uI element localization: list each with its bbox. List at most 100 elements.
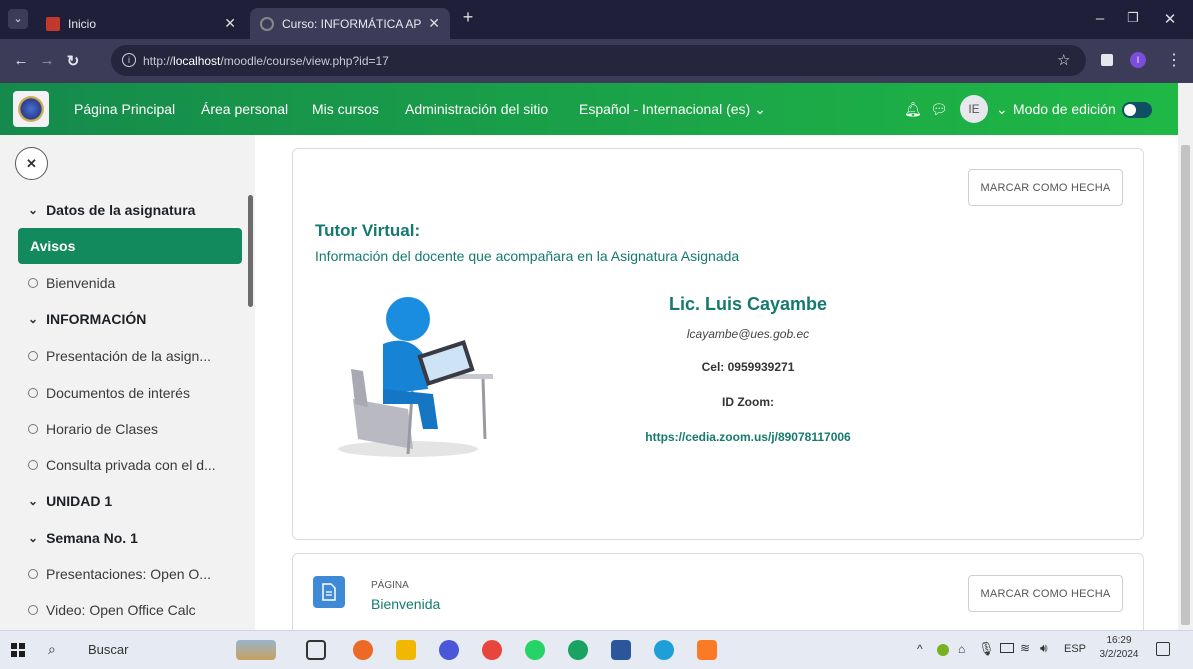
sidebar-scrollbar[interactable]: [248, 195, 253, 307]
chrome-icon[interactable]: [482, 640, 502, 660]
mark-done-button-2[interactable]: MARCAR COMO HECHA: [968, 575, 1123, 612]
search-icon[interactable]: ⌕: [48, 641, 56, 658]
clock[interactable]: 16:29 3/2/2024: [1096, 634, 1142, 662]
sidepanel-icon[interactable]: [1101, 54, 1113, 66]
nav-pagina-principal[interactable]: Página Principal: [74, 101, 175, 117]
tray-app-icon[interactable]: [937, 644, 949, 656]
sidebar-section[interactable]: ⌄ Semana No. 1: [18, 520, 138, 556]
network-icon[interactable]: ⌂: [958, 642, 965, 656]
taskbar-search-input[interactable]: Buscar: [88, 642, 128, 657]
sidebar-item[interactable]: Bienvenida: [18, 265, 115, 301]
chevron-down-icon[interactable]: ⌄: [28, 494, 38, 508]
url-path: /moodle/course/view.php?id=17: [220, 53, 389, 68]
minimize-icon[interactable]: –: [1090, 10, 1110, 27]
teacher-name: Lic. Luis Cayambe: [668, 294, 828, 314]
word-icon[interactable]: [611, 640, 631, 660]
tab-search-chevron-icon[interactable]: ⌄: [8, 9, 28, 29]
sidebar-item[interactable]: Video: Open Office Calc: [18, 592, 196, 628]
sidebar-section[interactable]: ⌄ INFORMACIÓN: [18, 301, 146, 337]
chevron-down-icon[interactable]: ⌄: [28, 531, 38, 545]
site-logo[interactable]: [13, 91, 49, 127]
page-scrollbar[interactable]: [1178, 83, 1193, 630]
zoom-icon[interactable]: [439, 640, 459, 660]
close-drawer-button[interactable]: ✕: [15, 147, 48, 180]
sidebar-item-label: Horario de Clases: [46, 421, 159, 437]
mark-done-button[interactable]: MARCAR COMO HECHA: [968, 169, 1123, 206]
windows-taskbar: ⌕ Buscar ^ ⌂ 🎙︎ ≋ 🔊︎ ESP 16:29 3/2/2024: [0, 630, 1193, 669]
wifi-icon[interactable]: ≋: [1020, 641, 1030, 655]
chevron-down-icon[interactable]: ⌄: [28, 203, 38, 217]
task-view-icon[interactable]: [306, 640, 326, 660]
sidebar-item-label: Datos de la asignatura: [46, 202, 196, 218]
language-menu[interactable]: Español - Internacional (es) ⌄: [579, 101, 766, 118]
language-indicator[interactable]: ESP: [1064, 643, 1086, 655]
sidebar-item-label: Video: Open Office Calc: [46, 602, 196, 618]
completion-circle-icon: [28, 460, 38, 470]
sidebar-item[interactable]: Presentación de la asign...: [18, 338, 211, 374]
whatsapp-icon[interactable]: [525, 640, 545, 660]
user-avatar[interactable]: IE: [960, 95, 988, 123]
close-tab-icon[interactable]: ✕: [428, 15, 440, 32]
messages-icon[interactable]: 💬︎: [930, 101, 948, 118]
notification-center-icon[interactable]: [1156, 642, 1170, 656]
zoom-link[interactable]: https://cedia.zoom.us/j/89078117006: [573, 430, 923, 444]
address-bar[interactable]: i http://localhost/moodle/course/view.ph…: [111, 45, 1086, 76]
completion-circle-icon: [28, 605, 38, 615]
moodle-navbar: Página Principal Área personal Mis curso…: [0, 83, 1178, 135]
sidebar-item-label: Consulta privada con el d...: [46, 457, 216, 473]
tray-chevron-icon[interactable]: ^: [917, 642, 923, 656]
notifications-bell-icon[interactable]: 🔔︎: [904, 101, 922, 118]
edit-mode-label: Modo de edición: [1013, 101, 1116, 117]
browser-menu-icon[interactable]: ⋮: [1166, 50, 1182, 70]
bookmark-star-icon[interactable]: ☆: [1057, 51, 1070, 69]
new-tab-icon[interactable]: +: [458, 7, 478, 28]
activity-card: PÁGINA Bienvenida MARCAR COMO HECHA: [292, 553, 1144, 630]
microphone-icon[interactable]: 🎙︎: [978, 641, 995, 657]
sidebar-section[interactable]: ⌄ Datos de la asignatura: [18, 192, 195, 228]
language-label: Español - Internacional (es): [579, 101, 751, 117]
nav-area-personal[interactable]: Área personal: [201, 101, 288, 117]
volume-icon[interactable]: 🔊︎: [1040, 641, 1048, 656]
nav-administracion[interactable]: Administración del sitio: [405, 101, 548, 117]
user-menu-chevron-icon[interactable]: ⌄: [996, 101, 1008, 118]
sidebar-item[interactable]: Avisos: [18, 228, 242, 264]
chevron-down-icon: ⌄: [754, 101, 766, 117]
chrome-profile-icon[interactable]: [568, 640, 588, 660]
profile-icon[interactable]: I: [1130, 52, 1146, 68]
edit-mode-toggle[interactable]: [1122, 102, 1152, 118]
loading-favicon-icon: [260, 16, 274, 31]
sidebar-section[interactable]: ⌄ UNIDAD 1: [18, 483, 112, 519]
sidebar-item-label: INFORMACIÓN: [46, 311, 147, 327]
sidebar-item[interactable]: Horario de Clases: [18, 411, 158, 447]
battery-icon[interactable]: [1000, 643, 1014, 653]
tutor-card: MARCAR COMO HECHA Tutor Virtual: Informa…: [292, 148, 1144, 540]
back-icon[interactable]: ←: [10, 52, 32, 69]
sidebar-item-label: Bienvenida: [46, 275, 116, 291]
browser-tab-bar: ⌄ Inicio ✕ Curso: INFORMÁTICA APLICADA ✕…: [0, 0, 1193, 39]
sidebar-item-label: Avisos: [30, 238, 76, 254]
search-highlight-icon[interactable]: [236, 640, 276, 660]
clock-date: 3/2/2024: [1099, 649, 1139, 660]
close-tab-icon[interactable]: ✕: [224, 15, 236, 32]
sidebar-item[interactable]: Consulta privada con el d...: [18, 447, 216, 483]
teacher-illustration: [323, 289, 503, 464]
tab-inicio[interactable]: Inicio ✕: [36, 8, 246, 39]
chevron-down-icon[interactable]: ⌄: [28, 312, 38, 326]
reload-icon[interactable]: ↻: [62, 52, 84, 70]
activity-type: PÁGINA: [371, 580, 409, 591]
sidebar-item[interactable]: Documentos de interés: [18, 375, 190, 411]
sidebar-item[interactable]: Presentaciones: Open O...: [18, 556, 211, 592]
restore-icon[interactable]: ❐: [1123, 10, 1143, 26]
activity-name[interactable]: Bienvenida: [371, 596, 440, 612]
completion-circle-icon: [28, 388, 38, 398]
forward-icon[interactable]: →: [36, 52, 58, 69]
firefox-icon[interactable]: [353, 640, 373, 660]
edge-icon[interactable]: [654, 640, 674, 660]
tab-curso[interactable]: Curso: INFORMÁTICA APLICADA ✕: [250, 8, 450, 39]
xampp-icon[interactable]: [697, 640, 717, 660]
windows-start-icon[interactable]: [11, 643, 25, 657]
info-icon[interactable]: i: [122, 53, 136, 67]
close-window-icon[interactable]: ✕: [1160, 10, 1180, 28]
file-explorer-icon[interactable]: [396, 640, 416, 660]
nav-mis-cursos[interactable]: Mis cursos: [312, 101, 379, 117]
